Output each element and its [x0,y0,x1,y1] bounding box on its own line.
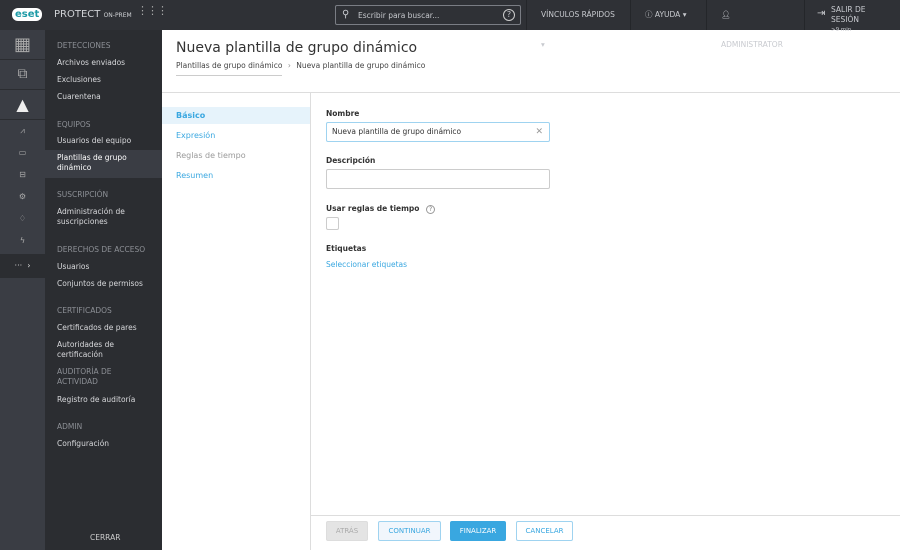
user-menu[interactable]: 👤︎ ADMINISTRATOR [706,0,804,49]
quick-links-menu[interactable]: VÍNCULOS RÁPIDOS ▾ [526,0,630,49]
nav-section-detecciones: DETECCIONES [57,41,111,50]
nav-section-derechos: DERECHOS DE ACCESO [57,245,146,254]
search-icon: ⚲ [342,9,350,20]
quick-links-label: VÍNCULOS RÁPIDOS [541,10,615,19]
logout-button[interactable]: ⇥ SALIR DE SESIÓN >9 min [804,0,900,33]
nav-item[interactable]: Configuración [57,439,109,449]
wizard-steps: Básico Expresión Reglas de tiempo Resume… [162,93,311,550]
icon-rail: ▦ ⧉ ▲ ⩘ ▭ ⊟ ⚙ ♢ ϟ ··· › ⇤ [0,30,68,550]
more-icon: ··· [14,261,23,270]
tags-label: Etiquetas [326,244,367,253]
chevron-down-icon: ▾ [682,10,687,19]
nav-item[interactable]: Registro de auditoría [57,395,135,405]
search-input[interactable]: ⚲ Escribir para buscar... ? [335,5,521,25]
nav-item[interactable]: Administración de suscripciones [57,207,147,227]
apps-grid-icon[interactable]: ⋮⋮⋮ [137,5,168,16]
status-icon[interactable]: ϟ [0,230,45,254]
tasks-icon[interactable]: ⊟ [0,164,45,186]
nav-section-equipos: EQUIPOS [57,120,91,129]
main-content: Nueva plantilla de grupo dinámico Planti… [162,30,900,550]
settings-icon[interactable]: ⚙ [0,186,45,208]
nav-item[interactable]: Usuarios [57,262,89,272]
finish-button[interactable]: FINALIZAR [450,521,506,541]
help-label: AYUDA [654,10,681,19]
name-value: Nueva plantilla de grupo dinámico [332,127,462,136]
cancel-button[interactable]: CANCELAR [516,521,573,541]
top-bar: eset PROTECT ON-PREM ⋮⋮⋮ ⚲ Escribir para… [0,0,900,49]
product-suffix: ON-PREM [103,12,132,19]
step-basico[interactable]: Básico [162,107,310,124]
search-placeholder: Escribir para buscar... [358,11,440,20]
nav-item[interactable]: Conjuntos de permisos [57,279,143,289]
name-label: Nombre [326,109,360,118]
help-icon[interactable]: ? [426,205,436,214]
logout-icon: ⇥ [817,8,826,19]
folder-icon[interactable]: ▭ [0,142,45,164]
name-input[interactable]: Nueva plantilla de grupo dinámico ✕ [326,122,550,142]
eset-logo: eset [12,8,43,21]
breadcrumb-link[interactable]: Plantillas de grupo dinámico [176,61,283,76]
page-title: Nueva plantilla de grupo dinámico [176,40,418,56]
close-nav-button[interactable]: CERRAR [90,533,120,543]
notifications-icon[interactable]: ♢ [0,208,45,230]
more-button[interactable]: ··· › [0,254,45,278]
nav-section-suscripcion: SUSCRIPCIÓN [57,190,109,199]
nav-item[interactable]: Usuarios del equipo [57,136,131,146]
time-rules-label: Usar reglas de tiempo ? [326,204,436,214]
nav-item[interactable]: Exclusiones [57,75,101,85]
time-rules-checkbox[interactable] [326,217,339,230]
detections-icon[interactable]: ▲ [0,90,45,119]
breadcrumb-current: Nueva plantilla de grupo dinámico [296,61,426,70]
nav-item[interactable]: Cuarentena [57,92,101,102]
breadcrumb: Plantillas de grupo dinámico › Nueva pla… [176,61,426,76]
chevron-right-icon: › [287,61,291,70]
time-rules-text: Usar reglas de tiempo [326,204,420,213]
step-resumen[interactable]: Resumen [162,167,310,184]
product-label: PROTECT [54,9,101,20]
nav-section-auditoria: AUDITORÍA DE ACTIVIDAD [57,367,112,386]
continue-button[interactable]: CONTINUAR [378,521,441,541]
computers-icon[interactable]: ⧉ [0,60,45,89]
description-label: Descripción [326,156,376,165]
step-expresion[interactable]: Expresión [162,127,310,144]
help-circle-icon: ⓘ [645,10,653,19]
description-input[interactable] [326,169,550,189]
logout-label: SALIR DE SESIÓN [831,5,866,24]
clear-icon[interactable]: ✕ [535,123,543,141]
help-menu[interactable]: ⓘ AYUDA ▾ [630,0,706,30]
help-icon[interactable]: ? [503,9,515,21]
step-reglas: Reglas de tiempo [176,151,246,160]
chevron-right-icon: › [27,261,31,270]
product-name: PROTECT ON-PREM [54,9,132,20]
nav-section-admin: ADMIN [57,422,83,431]
nav-section-certificados: CERTIFICADOS [57,306,112,315]
back-button: ATRÁS [326,521,368,541]
reports-icon[interactable]: ⩘ [0,120,45,142]
nav-item-active[interactable]: Plantillas de grupo dinámico [57,153,147,173]
side-nav: DETECCIONES Archivos enviados Exclusione… [45,30,162,550]
nav-item[interactable]: Certificados de pares [57,323,137,333]
dashboard-icon[interactable]: ▦ [0,30,45,59]
nav-item[interactable]: Autoridades de certificación [57,340,162,360]
user-icon: 👤︎ [721,10,731,19]
nav-item[interactable]: Archivos enviados [57,58,125,68]
select-tags-link[interactable]: Seleccionar etiquetas [326,260,407,269]
